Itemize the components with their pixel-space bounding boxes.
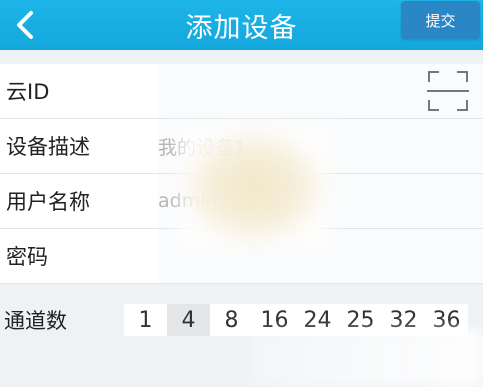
channel-option-8[interactable]: 8 [210, 304, 253, 336]
scan-icon[interactable] [427, 70, 469, 112]
header-bar: 添加设备 提交 [0, 0, 483, 50]
description-label: 设备描述 [6, 135, 90, 159]
cloud-id-label: 云ID [6, 80, 50, 104]
watermark-blur [250, 330, 483, 387]
channel-count-label: 通道数 [4, 309, 67, 333]
password-label: 密码 [6, 245, 48, 269]
blur-overlay [180, 128, 328, 246]
cloud-id-row: 云ID [0, 64, 483, 119]
channel-option-1[interactable]: 1 [124, 304, 167, 336]
username-label: 用户名称 [6, 190, 90, 214]
submit-button[interactable]: 提交 [401, 1, 480, 39]
channel-option-4[interactable]: 4 [167, 304, 210, 336]
